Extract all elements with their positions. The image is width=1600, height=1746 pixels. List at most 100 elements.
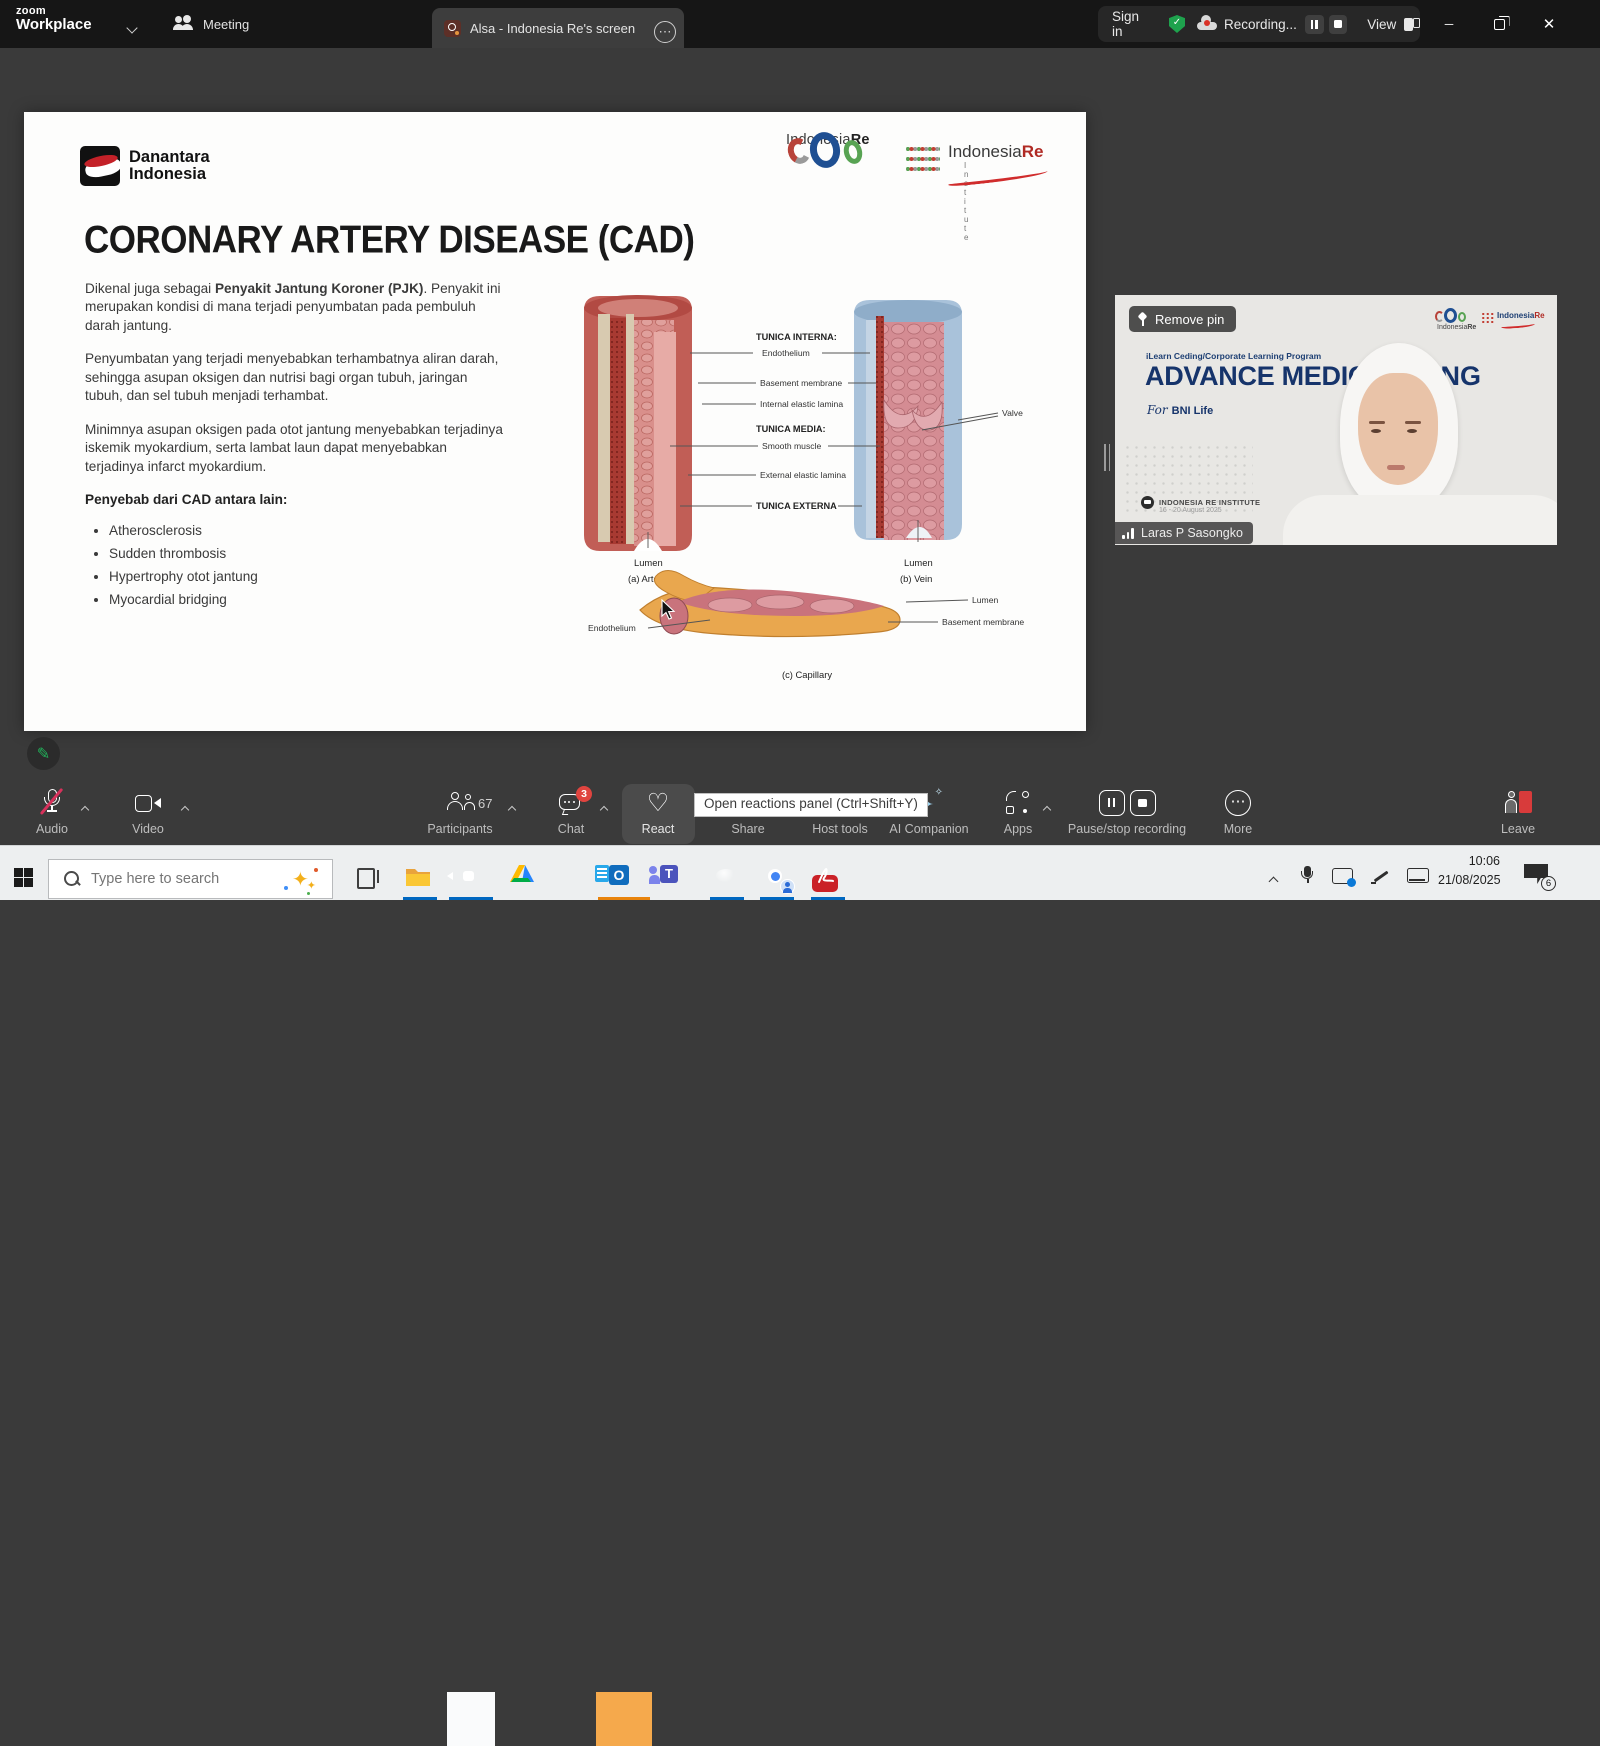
- vessel-diagram: TUNICA INTERNA: Endothelium Basement mem…: [570, 280, 1070, 700]
- shield-check-icon: ✓: [1169, 15, 1186, 33]
- video-institute-dots-icon: [1481, 312, 1494, 323]
- apps-options-chevron[interactable]: [1044, 800, 1050, 818]
- clock-date: 21/08/2025: [1438, 871, 1500, 890]
- tab-meeting[interactable]: Meeting: [172, 0, 249, 48]
- minimize-button[interactable]: ─: [1426, 0, 1472, 48]
- participants-count: 67: [478, 796, 492, 811]
- maximize-button[interactable]: [1476, 0, 1522, 48]
- participant-name: Laras P Sasongko: [1141, 526, 1243, 540]
- label-tunica-externa: TUNICA EXTERNA: [756, 501, 837, 511]
- participant-nameplate: Laras P Sasongko: [1115, 522, 1253, 544]
- close-icon: ✕: [1543, 15, 1556, 33]
- participants-button[interactable]: Participants: [412, 788, 508, 836]
- react-label: React: [642, 822, 675, 836]
- outlook-icon[interactable]: O: [609, 862, 639, 892]
- institute-overlay-label: INDONESIA RE INSTITUTE: [1159, 498, 1260, 507]
- sparkle-small-icon: ✧: [935, 787, 943, 798]
- pause-recording-toolbar-icon[interactable]: [1099, 790, 1125, 816]
- file-explorer-icon[interactable]: [404, 862, 434, 892]
- tray-hidden-icons-chevron[interactable]: [1270, 872, 1277, 890]
- view-button[interactable]: View: [1367, 17, 1396, 32]
- edge-icon[interactable]: [711, 862, 741, 892]
- acrobat-icon[interactable]: [812, 862, 842, 892]
- remove-pin-button[interactable]: Remove pin: [1129, 306, 1236, 332]
- v-inst-bold: Re: [1534, 311, 1544, 320]
- view-layout-icon[interactable]: [1404, 18, 1420, 31]
- firefox-icon[interactable]: [559, 862, 589, 892]
- danantara-logo: Danantara Indonesia: [80, 146, 210, 186]
- causes-list: Atherosclerosis Sudden thrombosis Hypert…: [85, 522, 505, 609]
- label-lumen-vein: Lumen: [904, 557, 933, 568]
- label-endothelium: Endothelium: [762, 348, 810, 358]
- react-button[interactable]: ♡ React: [610, 788, 706, 836]
- chevron-down-icon[interactable]: [128, 19, 136, 37]
- close-button[interactable]: ✕: [1526, 0, 1572, 48]
- participant-shoulders: [1283, 495, 1557, 545]
- paragraph-1: Dikenal juga sebagai Penyakit Jantung Ko…: [85, 280, 505, 335]
- tab-options-icon[interactable]: ⋯: [654, 21, 676, 43]
- titlebar-status-pill: Sign in ✓ Recording... View: [1098, 6, 1420, 42]
- tray-pen-icon[interactable]: [1371, 869, 1391, 885]
- institute-pre: Indonesia: [948, 142, 1022, 161]
- leave-label: Leave: [1501, 822, 1535, 836]
- video-label: Video: [132, 822, 164, 836]
- search-icon: [63, 870, 81, 888]
- label-cap-lumen: Lumen: [972, 595, 998, 605]
- sign-in-link[interactable]: Sign in: [1112, 9, 1153, 39]
- ai-companion-label: AI Companion: [889, 822, 968, 836]
- for-script: For: [1147, 403, 1168, 417]
- teams-icon[interactable]: T: [660, 862, 690, 892]
- danantara-line1: Danantara: [129, 149, 210, 166]
- more-icon: ⋯: [1225, 790, 1251, 816]
- taskbar-search[interactable]: ✦ ✦: [48, 859, 333, 899]
- record-control-button[interactable]: Pause/stop recording: [1060, 788, 1194, 836]
- tray-microphone-icon[interactable]: [1301, 866, 1315, 886]
- react-tooltip: Open reactions panel (Ctrl+Shift+Y): [694, 793, 928, 817]
- annotate-button[interactable]: ✎: [27, 737, 60, 770]
- audio-options-chevron[interactable]: [82, 800, 88, 818]
- video-options-chevron[interactable]: [182, 800, 188, 818]
- search-input[interactable]: [91, 871, 261, 887]
- more-label: More: [1224, 822, 1252, 836]
- danantara-line2: Indonesia: [129, 166, 210, 183]
- pause-recording-icon[interactable]: [1305, 15, 1324, 34]
- tray-display-icon[interactable]: [1332, 868, 1353, 884]
- chat-options-chevron[interactable]: [601, 800, 607, 818]
- panel-resize-handle[interactable]: [1104, 444, 1111, 471]
- tray-touchpad-icon[interactable]: [1407, 868, 1429, 883]
- meeting-people-icon: [172, 15, 194, 33]
- participants-options-chevron[interactable]: [509, 800, 515, 818]
- minimize-icon: ─: [1445, 17, 1454, 31]
- stop-recording-icon[interactable]: [1329, 15, 1348, 34]
- taskbar-clock[interactable]: 10:06 21/08/2025: [1438, 852, 1500, 890]
- pinned-video-tile[interactable]: IndonesiaRe IndonesiaRe iLearn Ceding/Co…: [1115, 295, 1557, 545]
- recording-status-label: Recording...: [1224, 17, 1297, 32]
- tab-share-label: Alsa - Indonesia Re's screen: [470, 21, 635, 36]
- participants-icon: [447, 792, 473, 814]
- leave-button[interactable]: Leave: [1470, 788, 1566, 836]
- participants-label: Participants: [427, 822, 492, 836]
- label-cap-endothelium: Endothelium: [588, 623, 636, 633]
- record-label: Pause/stop recording: [1068, 822, 1186, 836]
- maximize-icon: [1494, 19, 1505, 30]
- video-indonesiare-logo: [1435, 308, 1481, 323]
- label-tunica-interna: TUNICA INTERNA:: [756, 332, 837, 342]
- apps-label: Apps: [1004, 822, 1033, 836]
- stop-recording-toolbar-icon[interactable]: [1130, 790, 1156, 816]
- connection-bars-icon: [1122, 528, 1135, 539]
- zoom-app-icon[interactable]: [457, 862, 487, 892]
- tab-shared-screen[interactable]: Alsa - Indonesia Re's screen ⋯: [432, 8, 684, 48]
- indonesiare-logo: IndonesiaRe: [786, 130, 870, 148]
- start-button[interactable]: [14, 868, 33, 887]
- apps-button[interactable]: Apps: [970, 788, 1066, 836]
- audio-label: Audio: [36, 822, 68, 836]
- list-item: Hypertrophy otot jantung: [109, 568, 505, 586]
- more-button[interactable]: ⋯ More: [1190, 788, 1286, 836]
- v-logo-pre: Indonesia: [1437, 324, 1467, 331]
- vein-illustration: [854, 300, 962, 542]
- google-drive-icon[interactable]: [508, 862, 538, 892]
- participant-eye: [1407, 429, 1417, 433]
- task-view-button[interactable]: [355, 866, 379, 888]
- chrome-icon[interactable]: [761, 862, 791, 892]
- shared-screen-slide: Danantara Indonesia IndonesiaRe Indonesi…: [24, 112, 1086, 731]
